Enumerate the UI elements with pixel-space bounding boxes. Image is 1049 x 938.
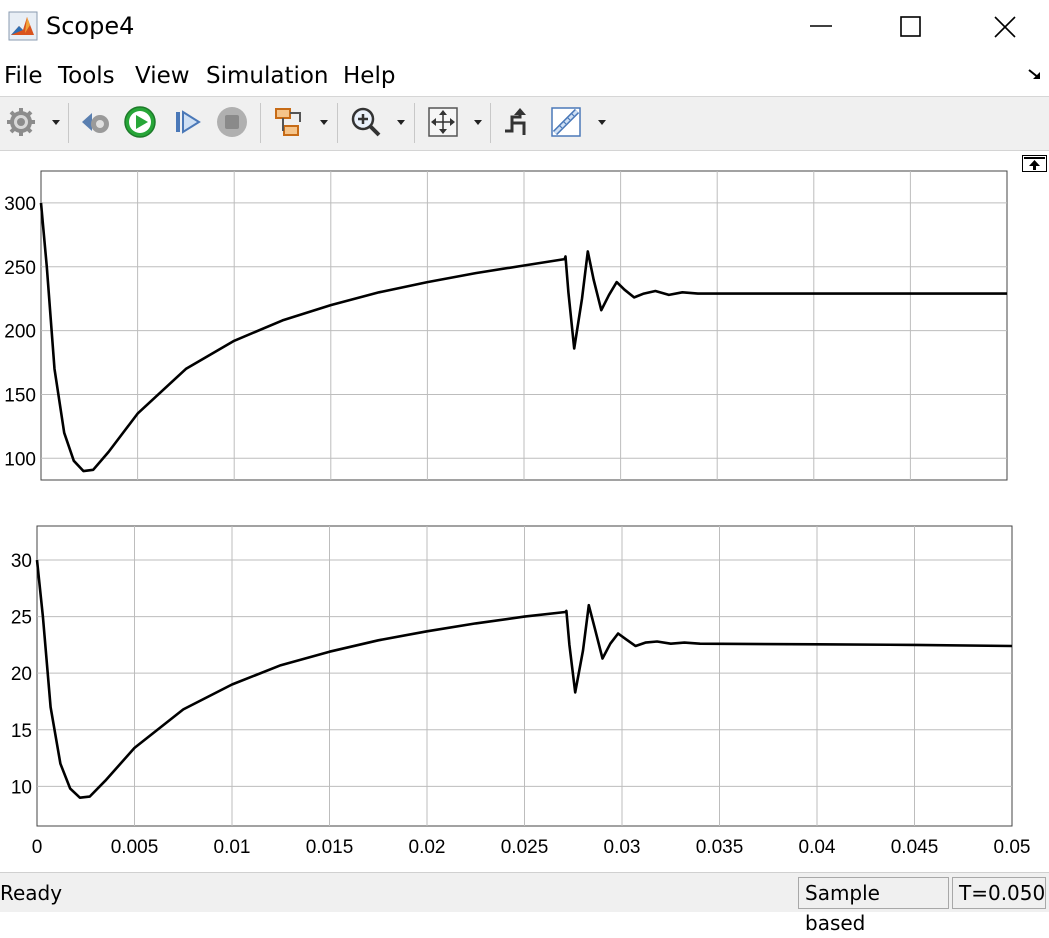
zoom-icon[interactable] — [349, 105, 383, 139]
toolbar-separator — [337, 103, 338, 143]
x-tick-label: 0 — [32, 837, 43, 858]
signal-dropdown-icon[interactable] — [319, 118, 329, 126]
matlab-logo-icon — [8, 11, 38, 41]
triggers-icon[interactable] — [500, 105, 534, 139]
x-tick-label: 0.05 — [994, 837, 1031, 858]
toolbar-separator — [68, 103, 69, 143]
maximize-button[interactable] — [865, 0, 955, 52]
sim-time-label: T=0.050 — [952, 877, 1046, 909]
axes-bottom[interactable]: 1015202530 0 0.005 0.01 0.015 0.02 0.025 0.03 0… — [11, 525, 1031, 858]
close-icon — [994, 16, 1016, 38]
run-icon[interactable] — [123, 105, 157, 139]
step-back-icon[interactable] — [78, 105, 112, 139]
window-title: Scope4 — [46, 12, 135, 40]
step-forward-icon[interactable] — [170, 105, 204, 139]
menu-view[interactable]: View — [135, 60, 190, 92]
x-tick-label: 0.035 — [696, 837, 744, 858]
fit-axes-icon[interactable] — [426, 105, 460, 139]
stop-icon[interactable] — [215, 105, 249, 139]
toolbar-separator — [414, 103, 415, 143]
x-tick-label: 0.025 — [501, 837, 549, 858]
plot-area: 100 150 200 250 300 10 15 20 25 30 0 0.005 0.01 0.0… — [4, 170, 1031, 858]
toolbar — [0, 97, 1049, 151]
measurements-icon[interactable] — [549, 105, 583, 139]
axes-bottom-yticks: 10 15 20 25 30 — [11, 551, 32, 798]
maximize-icon — [900, 16, 921, 37]
y-tick-label: 300 — [4, 194, 36, 215]
x-tick-label: 0.01 — [214, 837, 251, 858]
measurements-dropdown-icon[interactable] — [597, 118, 607, 126]
y-tick-label: 15 — [11, 721, 32, 742]
zoom-dropdown-icon[interactable] — [396, 118, 406, 126]
dock-arrow-icon[interactable] — [1026, 66, 1044, 84]
menu-tools[interactable]: Tools — [58, 60, 115, 92]
gear-icon[interactable] — [4, 105, 38, 139]
fit-dropdown-icon[interactable] — [473, 118, 483, 126]
menu-file[interactable]: File — [4, 60, 43, 92]
x-tick-label: 0.02 — [409, 837, 446, 858]
title-bar: Scope4 — [0, 0, 1049, 54]
y-tick-label: 25 — [11, 608, 32, 629]
x-tick-label: 0.045 — [891, 837, 939, 858]
y-tick-label: 100 — [4, 449, 36, 470]
minimize-button[interactable] — [775, 0, 865, 52]
signal-selector-icon[interactable] — [271, 105, 305, 139]
axes-top-yticks: 100 150 200 250 300 — [4, 194, 36, 470]
x-tick-label: 0.005 — [111, 837, 159, 858]
toolbar-separator — [490, 103, 491, 143]
y-tick-label: 10 — [11, 777, 32, 798]
y-tick-label: 200 — [4, 322, 36, 343]
y-tick-label: 150 — [4, 385, 36, 406]
toolbar-separator — [260, 103, 261, 143]
y-tick-label: 30 — [11, 551, 32, 572]
x-tick-label: 0.015 — [306, 837, 354, 858]
minimize-icon — [810, 25, 832, 27]
y-tick-label: 20 — [11, 664, 32, 685]
axes-bottom-xticks: 0 0.005 0.01 0.015 0.02 0.025 0.03 0.035 0.04 0.0… — [32, 837, 1031, 858]
gear-dropdown-icon[interactable] — [51, 118, 61, 126]
menu-help[interactable]: Help — [343, 60, 395, 92]
sample-mode-label: Sample based — [798, 877, 949, 935]
status-bar: Ready Sample based T=0.050 — [0, 872, 1049, 935]
close-button[interactable] — [959, 0, 1049, 52]
y-tick-label: 250 — [4, 258, 36, 279]
status-text: Ready — [0, 881, 63, 905]
menu-simulation[interactable]: Simulation — [206, 60, 329, 92]
x-tick-label: 0.03 — [604, 837, 641, 858]
menu-bar: File Tools View Simulation Help — [0, 56, 1049, 96]
x-tick-label: 0.04 — [799, 837, 836, 858]
axes-top[interactable]: 100 150 200 250 300 — [4, 170, 1008, 481]
